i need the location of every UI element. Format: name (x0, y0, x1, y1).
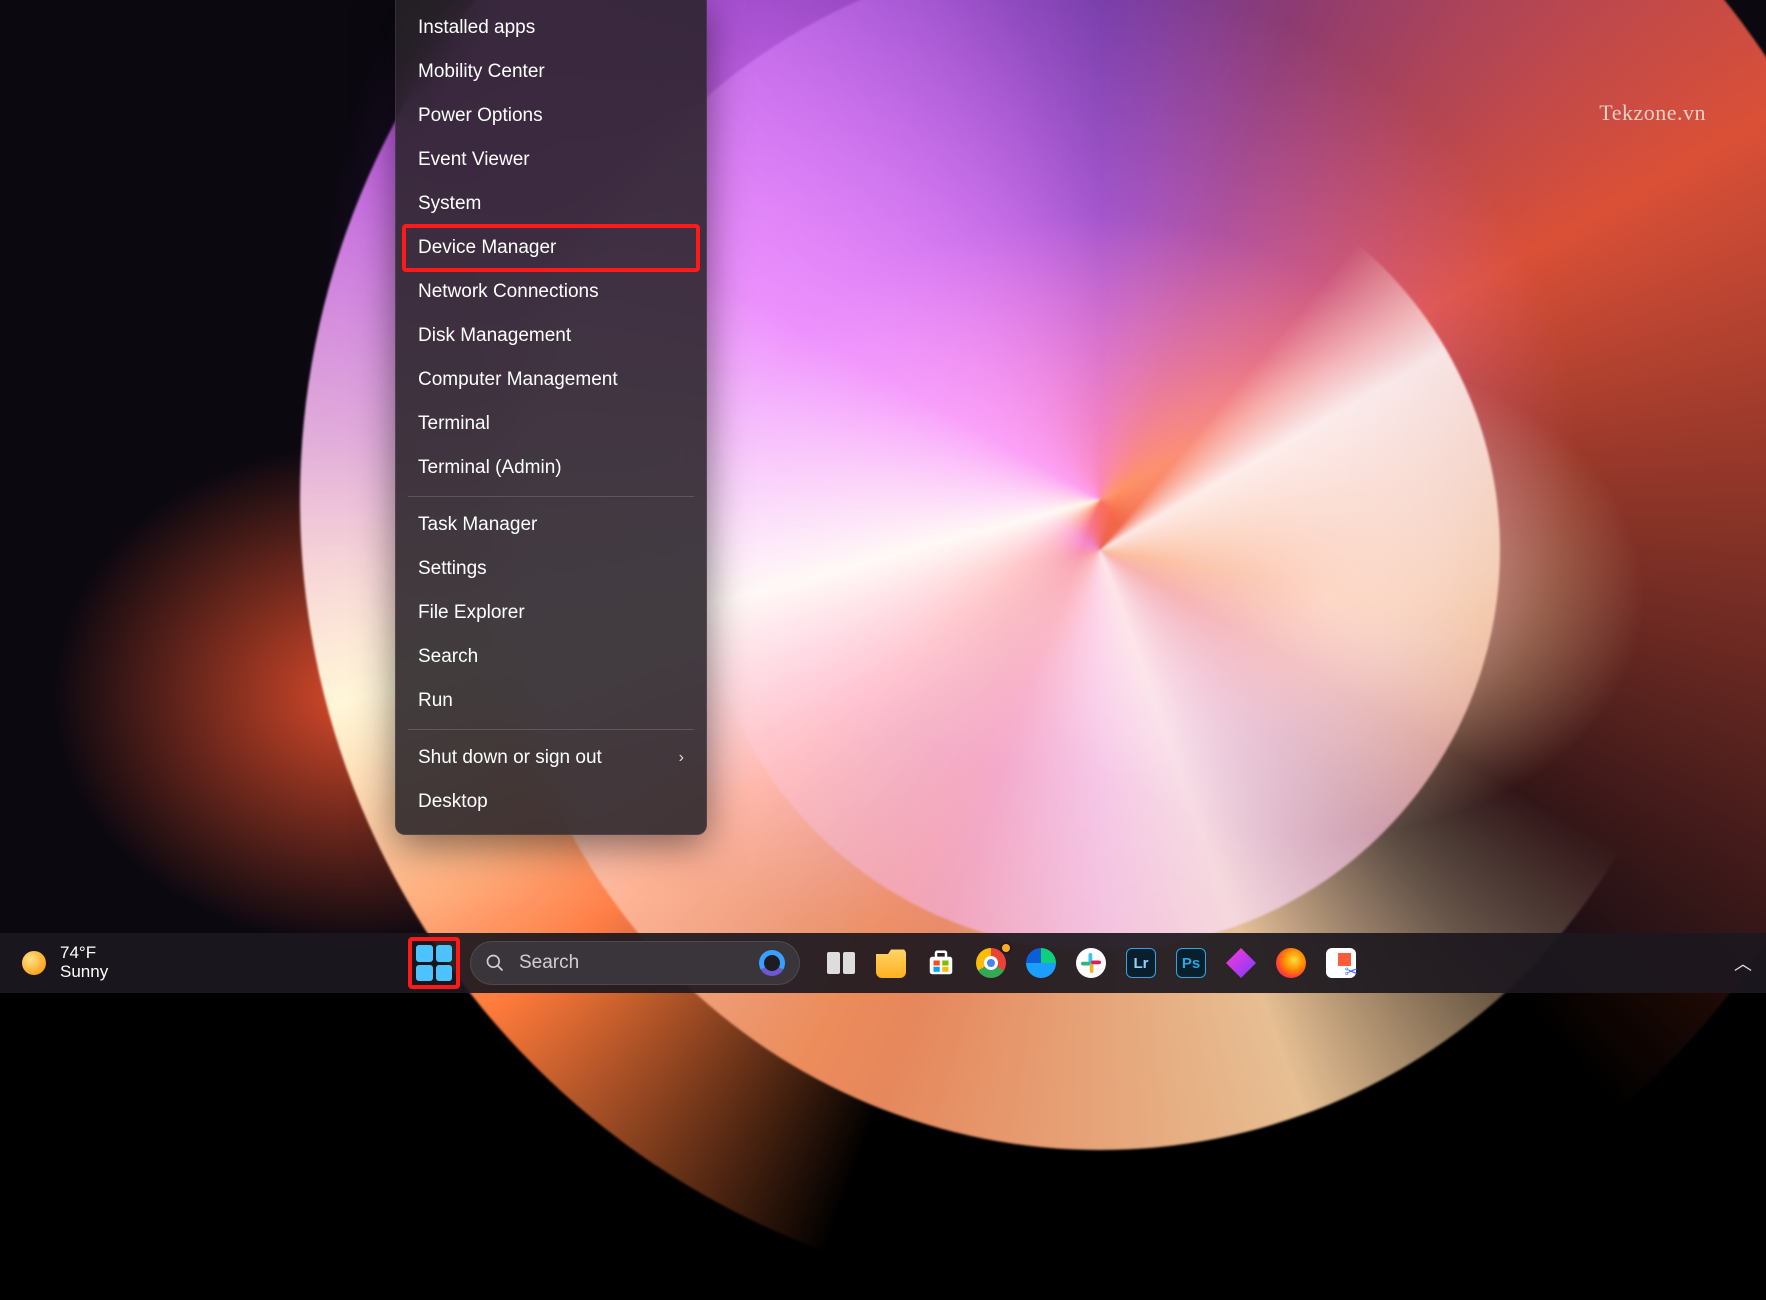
taskbar-app-affinity-photo[interactable] (1224, 946, 1258, 980)
winx-item-disk-management[interactable]: Disk Management (404, 314, 698, 358)
wallpaper-swirl (700, 150, 1500, 950)
weather-temp: 74°F (60, 944, 108, 963)
weather-sunny-icon (22, 951, 46, 975)
winx-item-mobility-center[interactable]: Mobility Center (404, 50, 698, 94)
snipping-tool-icon (1326, 948, 1356, 978)
taskbar-app-snipping-tool[interactable] (1324, 946, 1358, 980)
winx-item-label: Terminal (Admin) (418, 457, 562, 479)
taskbar-app-photoshop[interactable]: Ps (1174, 946, 1208, 980)
taskbar-app-microsoft-store[interactable] (924, 946, 958, 980)
winx-item-terminal[interactable]: Terminal (404, 402, 698, 446)
winx-item-label: Device Manager (418, 237, 556, 259)
slack-icon (1076, 948, 1106, 978)
winx-item-label: Network Connections (418, 281, 599, 303)
winx-item-system[interactable]: System (404, 182, 698, 226)
start-button-highlight (408, 937, 460, 989)
taskbar-center: Search Lr Ps (408, 937, 1358, 989)
taskbar-app-file-explorer[interactable] (874, 946, 908, 980)
taskbar-app-lightroom[interactable]: Lr (1124, 946, 1158, 980)
taskbar-app-microsoft-edge[interactable] (1024, 946, 1058, 980)
winx-item-computer-management[interactable]: Computer Management (404, 358, 698, 402)
microsoft-edge-icon (1026, 948, 1056, 978)
winx-item-file-explorer[interactable]: File Explorer (404, 591, 698, 635)
taskbar-pinned-apps: Lr Ps (824, 946, 1358, 980)
file-explorer-icon (876, 948, 906, 978)
winx-item-terminal-admin-[interactable]: Terminal (Admin) (404, 446, 698, 490)
winx-item-label: Terminal (418, 413, 490, 435)
winx-item-label: Mobility Center (418, 61, 545, 83)
winx-item-label: Computer Management (418, 369, 618, 391)
photoshop-icon: Ps (1176, 948, 1206, 978)
taskbar-search[interactable]: Search (470, 941, 800, 985)
menu-divider (408, 729, 694, 730)
winx-item-network-connections[interactable]: Network Connections (404, 270, 698, 314)
notification-badge (1000, 942, 1012, 954)
winx-item-label: Event Viewer (418, 149, 530, 171)
winx-item-desktop[interactable]: Desktop (404, 780, 698, 824)
chevron-right-icon: › (679, 749, 684, 767)
lightroom-icon: Lr (1126, 948, 1156, 978)
winx-item-run[interactable]: Run (404, 679, 698, 723)
winx-item-label: Search (418, 646, 478, 668)
affinity-photo-icon (1226, 948, 1256, 978)
weather-text: 74°F Sunny (60, 944, 108, 981)
desktop-wallpaper (0, 0, 1766, 993)
winx-item-device-manager[interactable]: Device Manager (404, 226, 698, 270)
winx-item-power-options[interactable]: Power Options (404, 94, 698, 138)
winx-item-label: Run (418, 690, 453, 712)
taskbar: 74°F Sunny Search Lr Ps ︿ (0, 933, 1766, 993)
winx-item-label: Installed apps (418, 17, 535, 39)
taskbar-app-firefox[interactable] (1274, 946, 1308, 980)
winx-item-label: File Explorer (418, 602, 525, 624)
winx-item-label: Settings (418, 558, 487, 580)
winx-item-label: Disk Management (418, 325, 571, 347)
tray-overflow-icon[interactable]: ︿ (1734, 950, 1752, 976)
winx-item-settings[interactable]: Settings (404, 547, 698, 591)
store-icon (926, 948, 956, 978)
power-user-menu: Installed apps Mobility Center Power Optio… (395, 0, 707, 835)
weather-condition: Sunny (60, 963, 108, 982)
taskbar-app-task-view[interactable] (824, 946, 858, 980)
winx-item-label: Task Manager (418, 514, 537, 536)
winx-item-task-manager[interactable]: Task Manager (404, 503, 698, 547)
winx-item-shut-down-or-sign-out[interactable]: Shut down or sign out › (404, 736, 698, 780)
task-view-icon (827, 952, 855, 974)
firefox-icon (1276, 948, 1306, 978)
taskbar-weather-widget[interactable]: 74°F Sunny (0, 944, 300, 981)
search-placeholder: Search (519, 952, 579, 974)
search-icon (485, 953, 505, 973)
bing-icon[interactable] (759, 950, 785, 976)
start-button[interactable] (416, 945, 452, 981)
menu-divider (408, 496, 694, 497)
taskbar-app-google-chrome[interactable] (974, 946, 1008, 980)
taskbar-system-tray[interactable]: ︿ (1734, 950, 1766, 976)
taskbar-app-slack[interactable] (1074, 946, 1108, 980)
winx-item-label: System (418, 193, 481, 215)
watermark-text: Tekzone.vn (1599, 100, 1706, 126)
winx-item-event-viewer[interactable]: Event Viewer (404, 138, 698, 182)
winx-item-search[interactable]: Search (404, 635, 698, 679)
winx-item-label: Shut down or sign out (418, 747, 602, 769)
winx-item-installed-apps[interactable]: Installed apps (404, 6, 698, 50)
winx-item-label: Desktop (418, 791, 488, 813)
winx-item-label: Power Options (418, 105, 543, 127)
